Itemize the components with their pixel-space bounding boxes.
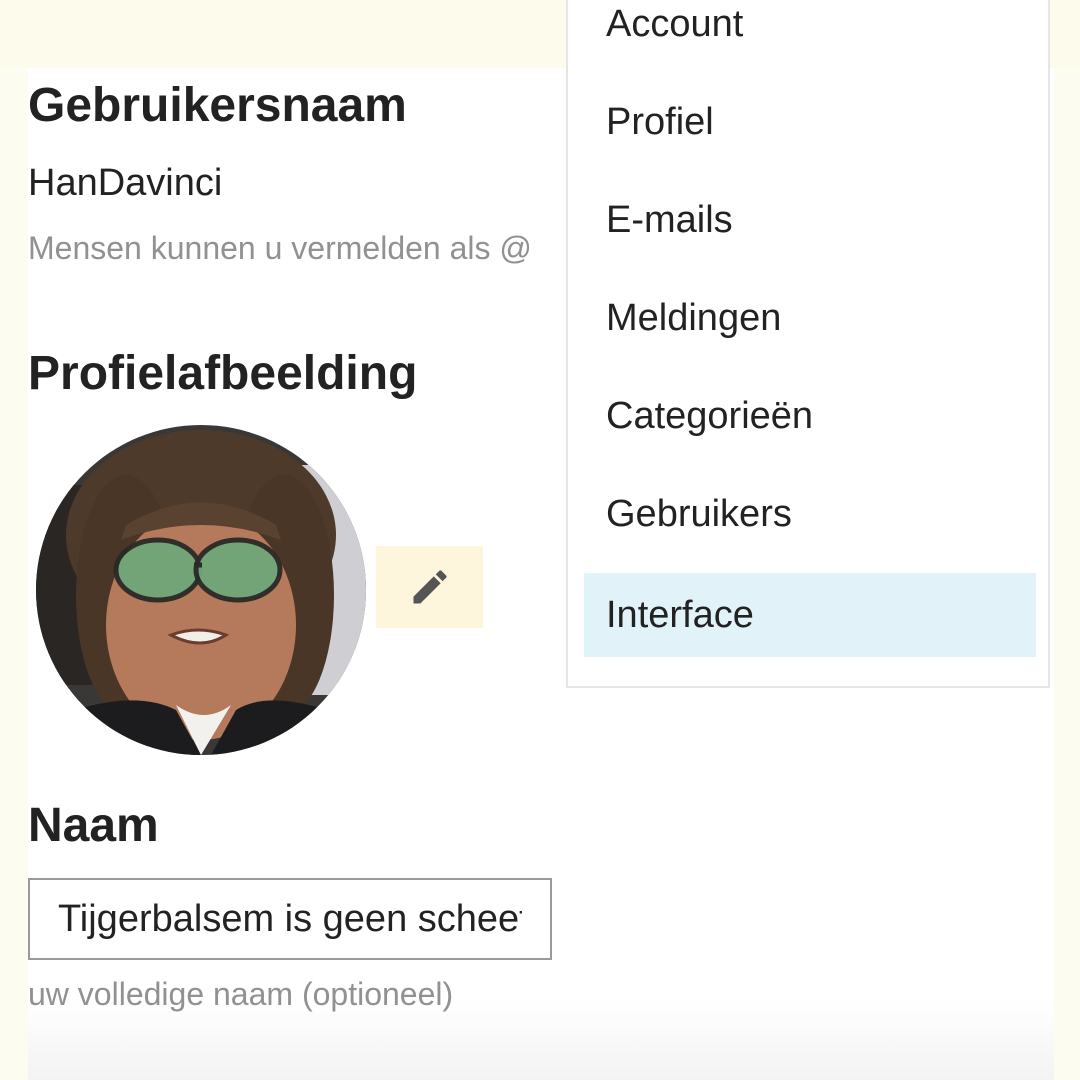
menu-item-gebruikers[interactable]: Gebruikers [584,472,1036,556]
menu-item-interface[interactable]: Interface [584,573,1036,657]
name-heading: Naam [28,799,159,852]
preferences-menu: Account Profiel E-mails Meldingen Catego… [566,0,1050,688]
avatar-image [36,425,366,755]
menu-item-profiel[interactable]: Profiel [584,80,1036,164]
avatar [36,425,366,755]
menu-item-account[interactable]: Account [584,0,1036,66]
name-hint: uw volledige naam (optioneel) [28,976,454,1012]
profile-picture-heading: Profielafbeelding [28,347,418,400]
menu-item-meldingen[interactable]: Meldingen [584,276,1036,360]
pencil-icon [413,570,447,604]
menu-item-emails[interactable]: E-mails [584,178,1036,262]
menu-item-categorieen[interactable]: Categorieën [584,374,1036,458]
edit-profile-picture-button[interactable] [376,546,483,628]
username-heading: Gebruikersnaam [28,79,407,132]
username-hint: Mensen kunnen u vermelden als @ [28,230,532,266]
name-field[interactable] [28,878,552,960]
username-value: HanDavinci [28,162,223,204]
